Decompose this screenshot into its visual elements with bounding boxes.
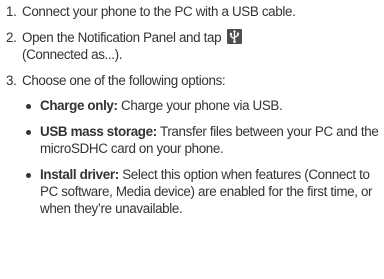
- bullet-icon: [26, 130, 31, 135]
- option-usb-mass-storage: USB mass storage: Transfer files between…: [22, 123, 384, 157]
- step-number: 3.: [6, 73, 17, 88]
- step-text: Choose one of the following options:: [22, 73, 226, 88]
- step-number: 2.: [6, 30, 17, 45]
- step-text-before-icon: Open the Notification Panel and tap: [22, 30, 222, 45]
- step-text: Connect your phone to the PC with a USB …: [22, 4, 296, 19]
- step-1: 1. Connect your phone to the PC with a U…: [0, 3, 384, 20]
- option-description: Charge your phone via USB.: [121, 98, 283, 113]
- bullet-icon: [26, 173, 31, 178]
- step-3: 3. Choose one of the following options: …: [0, 72, 384, 217]
- step-2: 2. Open the Notification Panel and tap (…: [0, 29, 384, 63]
- step-text-after-icon: (Connected as...).: [22, 47, 123, 62]
- options-list: Charge only: Charge your phone via USB. …: [22, 97, 384, 217]
- instruction-list: 1. Connect your phone to the PC with a U…: [0, 3, 384, 226]
- usb-icon: [226, 29, 242, 44]
- option-charge-only: Charge only: Charge your phone via USB.: [22, 97, 384, 114]
- option-install-driver: Install driver: Select this option when …: [22, 166, 384, 217]
- option-term: USB mass storage:: [40, 124, 157, 139]
- bullet-icon: [26, 104, 31, 109]
- option-term: Charge only:: [40, 98, 118, 113]
- step-number: 1.: [6, 4, 17, 19]
- option-term: Install driver:: [40, 167, 119, 182]
